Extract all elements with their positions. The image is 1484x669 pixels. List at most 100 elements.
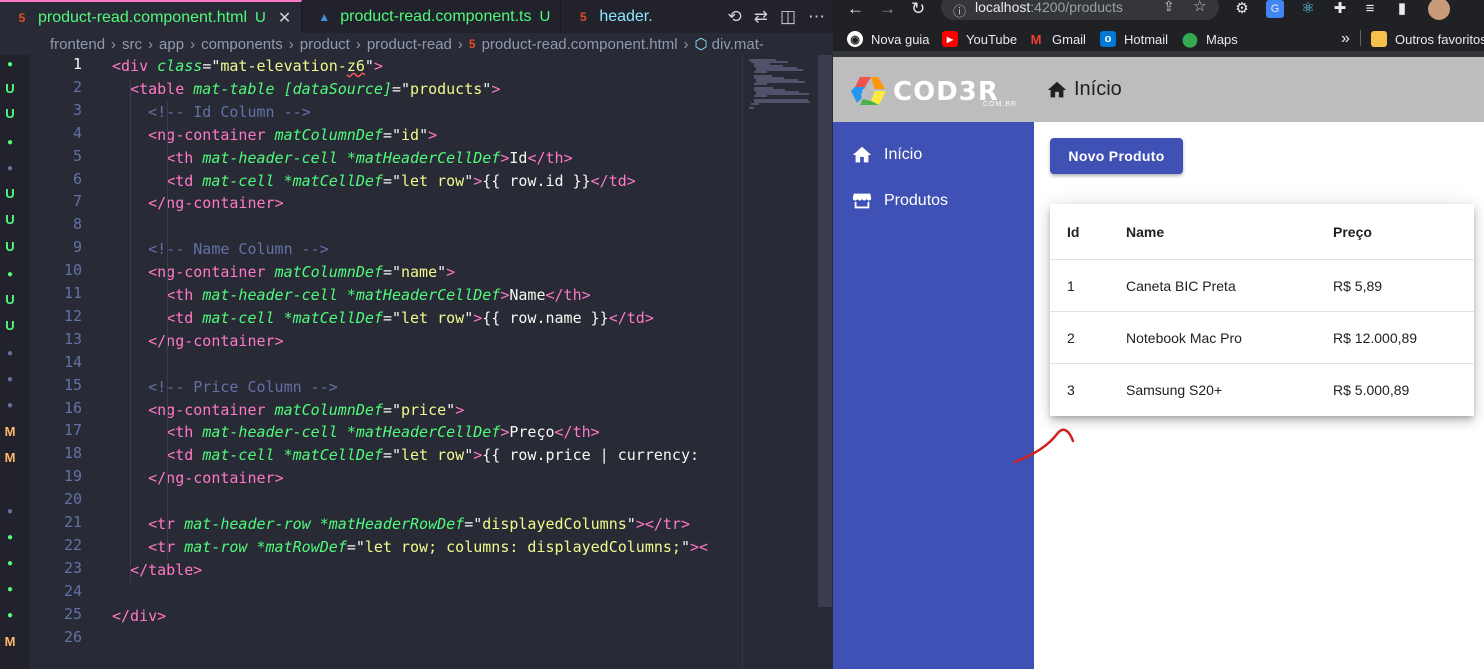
breadcrumb-item[interactable]: frontend <box>50 36 105 53</box>
minimap[interactable] <box>742 55 818 669</box>
nav-item-inicio[interactable]: Início <box>851 143 922 167</box>
code-line[interactable]: <tr mat-header-row *matHeaderRowDef="dis… <box>112 513 690 536</box>
line-number: 13 <box>63 329 82 348</box>
breadcrumb: frontend › src › app › components › product ›… <box>50 35 764 54</box>
logo-mark-icon <box>851 77 886 105</box>
side-panel-icon[interactable]: ▮ <box>1393 0 1411 18</box>
address-bar[interactable]: ⓘ localhost:4200/products ⇪ ☆ <box>941 0 1219 20</box>
breadcrumb-item[interactable]: src <box>122 36 142 53</box>
code-line[interactable]: </div> <box>112 605 166 628</box>
tab-label: product-read.component.ts <box>340 7 532 25</box>
table-row[interactable]: 1 Caneta BIC Preta R$ 5,89 <box>1050 260 1474 312</box>
breadcrumb-item[interactable]: components <box>201 36 283 53</box>
code-line[interactable]: <td mat-cell *matCellDef="let row">{{ ro… <box>112 307 654 330</box>
forward-icon[interactable]: → <box>879 0 896 18</box>
tab-product-read-ts[interactable]: ▲ product-read.component.ts U <box>302 0 562 33</box>
bookmark-hotmail[interactable]: o Hotmail <box>1100 30 1168 48</box>
untracked-marker: U <box>5 292 15 307</box>
code-line[interactable]: <tr mat-row *matRowDef="let row; columns… <box>112 536 708 559</box>
tab-product-read-html[interactable]: 5 product-read.component.html U ✕ <box>0 0 303 33</box>
code-line[interactable]: <table mat-table [dataSource]="products"… <box>112 78 500 101</box>
code-line[interactable]: <th mat-header-cell *matHeaderCellDef>Pr… <box>112 421 600 444</box>
untracked-badge: U <box>539 8 551 25</box>
youtube-icon: ▶ <box>942 31 958 47</box>
status-dot: ● <box>6 558 14 569</box>
bookmarks-divider <box>1360 30 1361 46</box>
outlook-icon: o <box>1100 31 1116 47</box>
code-line[interactable]: </ng-container> <box>112 330 283 353</box>
angular-file-icon: ▲ <box>318 9 331 24</box>
bookmark-outros-favoritos[interactable]: Outros favoritos <box>1371 30 1484 48</box>
bookmark-gmail[interactable]: M Gmail <box>1028 30 1086 48</box>
more-bookmarks-icon[interactable]: » <box>1341 30 1350 48</box>
share-icon[interactable]: ⇪ <box>1163 0 1175 15</box>
table-row[interactable]: 2 Notebook Mac Pro R$ 12.000,89 <box>1050 312 1474 364</box>
cell-name: Caneta BIC Preta <box>1126 277 1236 294</box>
minimap-line <box>753 95 768 97</box>
site-info-icon[interactable]: ⓘ <box>953 1 966 20</box>
code-line[interactable]: </table> <box>112 559 202 582</box>
code-line[interactable]: <ng-container matColumnDef="price"> <box>112 399 464 422</box>
modified-marker: M <box>4 450 16 465</box>
logo: COD3R COM.BR <box>851 75 1019 108</box>
line-number: 1 <box>72 55 82 73</box>
tab-header[interactable]: 5 header. <box>561 0 662 33</box>
reload-icon[interactable]: ↻ <box>911 0 925 18</box>
status-dot: ● <box>6 400 14 411</box>
cell-id: 2 <box>1067 329 1075 346</box>
translate-extension-icon[interactable]: G <box>1266 0 1284 18</box>
gear-extension-icon[interactable]: ⚙ <box>1233 0 1251 18</box>
cell-id: 3 <box>1067 382 1075 398</box>
bookmark-maps[interactable]: ⬤ Maps <box>1182 30 1238 48</box>
bookmark-nova-guia[interactable]: ◉ Nova guia <box>847 30 930 48</box>
more-actions-icon[interactable]: ⋯ <box>808 7 825 27</box>
extensions-puzzle-icon[interactable]: ✚ <box>1331 0 1349 18</box>
line-number: 21 <box>63 513 82 531</box>
bookmark-star-icon[interactable]: ☆ <box>1193 0 1206 15</box>
line-number: 19 <box>63 467 82 486</box>
code-line[interactable]: <div class="mat-elevation-z6"> <box>112 55 383 78</box>
line-number: 17 <box>63 421 82 440</box>
url-text[interactable]: localhost:4200/products <box>975 0 1123 15</box>
code-line[interactable]: <!-- Name Column --> <box>112 238 329 261</box>
media-queue-icon[interactable]: ≡ <box>1361 0 1379 18</box>
code-line[interactable]: </ng-container> <box>112 467 283 490</box>
vertical-scrollbar[interactable] <box>818 55 832 607</box>
cell-name: Samsung S20+ <box>1126 382 1223 398</box>
breadcrumb-item[interactable]: product-read <box>367 36 452 53</box>
split-editor-icon[interactable]: ◫ <box>780 7 796 27</box>
home-icon <box>852 146 872 163</box>
profile-avatar[interactable] <box>1428 0 1450 20</box>
code-line[interactable]: <ng-container matColumnDef="name"> <box>112 261 455 284</box>
line-number: 14 <box>63 352 82 371</box>
code-line[interactable]: <!-- Price Column --> <box>112 376 338 399</box>
line-number: 2 <box>72 77 82 96</box>
new-product-button[interactable]: Novo Produto <box>1050 138 1183 174</box>
back-icon[interactable]: ← <box>847 0 864 18</box>
products-table: Id Name Preço 1 Caneta BIC Preta R$ 5,89… <box>1050 204 1474 416</box>
breadcrumb-item[interactable]: app <box>159 36 184 53</box>
code-line[interactable]: <th mat-header-cell *matHeaderCellDef>Na… <box>112 284 590 307</box>
html-file-icon: 5 <box>579 9 587 24</box>
bookmark-youtube[interactable]: ▶ YouTube <box>942 30 1017 48</box>
code-line[interactable]: <ng-container matColumnDef="id"> <box>112 124 437 147</box>
code-area[interactable]: <div class="mat-elevation-z6"> <table ma… <box>112 55 742 669</box>
timeline-icon[interactable]: ⟲ <box>727 7 741 27</box>
html-file-icon: 5 <box>18 10 26 25</box>
breadcrumb-item[interactable]: div.mat- <box>712 36 764 53</box>
nav-item-produtos[interactable]: Produtos <box>851 189 948 213</box>
breadcrumb-item[interactable]: product <box>300 36 350 53</box>
close-icon[interactable]: ✕ <box>278 8 291 28</box>
code-line[interactable]: <td mat-cell *matCellDef="let row">{{ ro… <box>112 444 699 467</box>
code-line[interactable]: <!-- Id Column --> <box>112 101 311 124</box>
code-line[interactable]: <th mat-header-cell *matHeaderCellDef>Id… <box>112 147 572 170</box>
breadcrumb-item[interactable]: product-read.component.html <box>482 36 678 53</box>
table-row[interactable]: 3 Samsung S20+ R$ 5.000,89 <box>1050 364 1474 416</box>
untracked-badge: U <box>255 9 266 26</box>
code-line[interactable]: </ng-container> <box>112 192 283 215</box>
code-line[interactable]: <td mat-cell *matCellDef="let row">{{ ro… <box>112 170 636 193</box>
compare-icon[interactable]: ⇄ <box>754 7 768 27</box>
status-dot: ● <box>6 59 14 70</box>
react-devtools-icon[interactable]: ⚛ <box>1299 0 1317 18</box>
line-number: 3 <box>72 100 82 119</box>
